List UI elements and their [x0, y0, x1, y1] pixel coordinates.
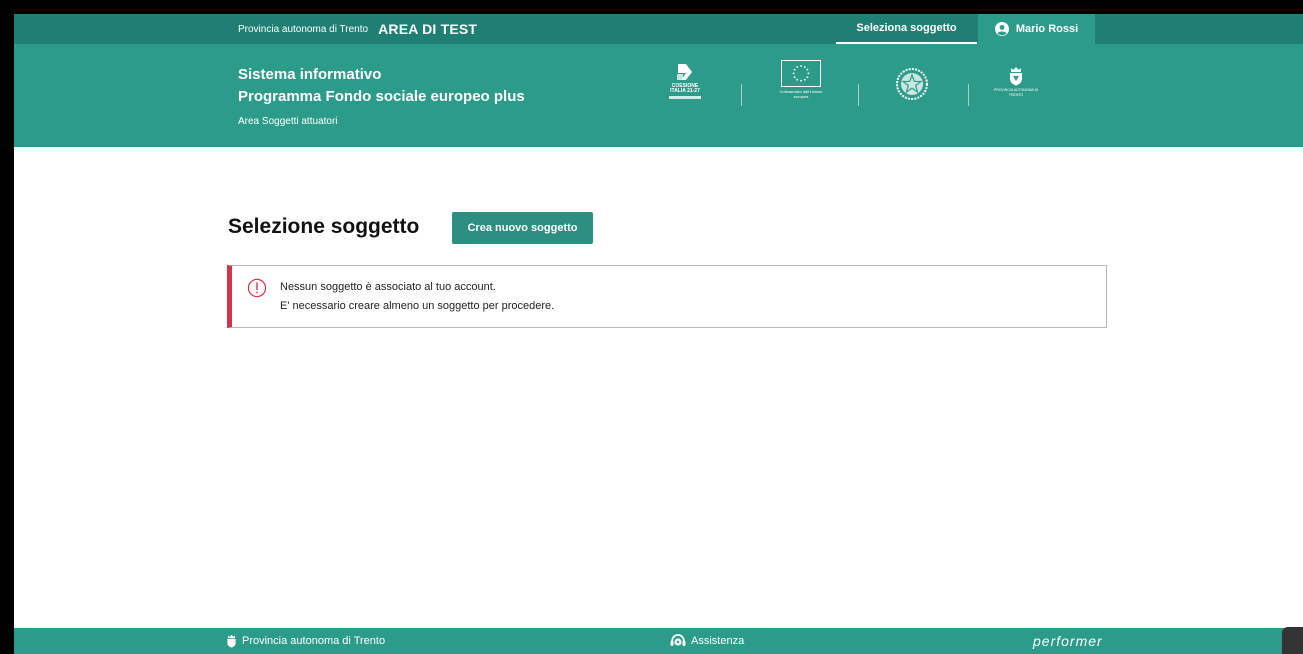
site-title-line2: Programma Fondo sociale europeo plus [238, 88, 525, 105]
top-brand: Provincia autonoma di Trento AREA DI TES… [238, 14, 477, 44]
coesione-logo: COESIONE ITALIA 21-27 [668, 62, 702, 99]
user-avatar-icon [994, 22, 1009, 36]
alert-message-line1: Nessun soggetto è associato al tuo accou… [280, 281, 496, 293]
alert-message-line2: E' necessario creare almeno un soggetto … [280, 300, 555, 312]
page-title: Selezione soggetto [228, 215, 420, 238]
eu-flag-logo: Cofinanziato dall'Unione europea [779, 60, 823, 99]
floating-widget-button[interactable] [1282, 627, 1303, 654]
coesione-arrow-icon [677, 64, 692, 80]
footer-support-link[interactable]: Assistenza [669, 628, 744, 654]
republic-emblem-logo [896, 68, 928, 100]
select-subject-link[interactable]: Seleziona soggetto [836, 14, 977, 44]
coesione-underline [669, 96, 701, 99]
user-name: Mario Rossi [1015, 23, 1079, 35]
alert-exclamation-icon [247, 278, 267, 298]
pat-shield-icon [227, 634, 236, 648]
footer-org-label: Provincia autonoma di Trento [242, 635, 386, 647]
logo-separator [741, 84, 742, 106]
create-subject-button[interactable]: Crea nuovo soggetto [452, 212, 593, 244]
coesione-caption: COESIONE ITALIA 21-27 [670, 83, 700, 94]
site-title-line1: Sistema informativo [238, 66, 382, 83]
top-bar: Provincia autonoma di Trento AREA DI TES… [14, 14, 1303, 44]
app-window: Provincia autonoma di Trento AREA DI TES… [14, 14, 1303, 654]
org-small-label: Provincia autonoma di Trento [238, 23, 369, 35]
logo-separator [858, 84, 859, 106]
eu-stars-icon [781, 60, 821, 87]
pat-shield-icon [1010, 67, 1022, 86]
performer-logo: performer [1033, 633, 1103, 649]
pat-logo: PROVINCIA AUTONOMA DI TRENTO [993, 66, 1039, 98]
user-menu-button[interactable]: Mario Rossi [978, 14, 1095, 44]
pat-caption: PROVINCIA AUTONOMA DI TRENTO [993, 88, 1039, 97]
area-label: AREA DI TEST [378, 21, 478, 37]
site-subtitle: Area Soggetti attuatori [238, 116, 338, 127]
eu-caption: Cofinanziato dall'Unione europea [779, 89, 823, 99]
select-subject-label: Seleziona soggetto [856, 22, 957, 34]
warning-alert: Nessun soggetto è associato al tuo accou… [227, 265, 1107, 328]
site-header: Sistema informativo Programma Fondo soci… [14, 44, 1303, 147]
site-footer: Provincia autonoma di Trento Assistenza … [14, 628, 1303, 654]
footer-org-link[interactable]: Provincia autonoma di Trento [226, 628, 385, 654]
footer-support-label: Assistenza [691, 635, 745, 647]
logo-separator [968, 84, 969, 106]
star-emblem-icon [896, 68, 928, 100]
headset-support-icon [670, 634, 686, 646]
